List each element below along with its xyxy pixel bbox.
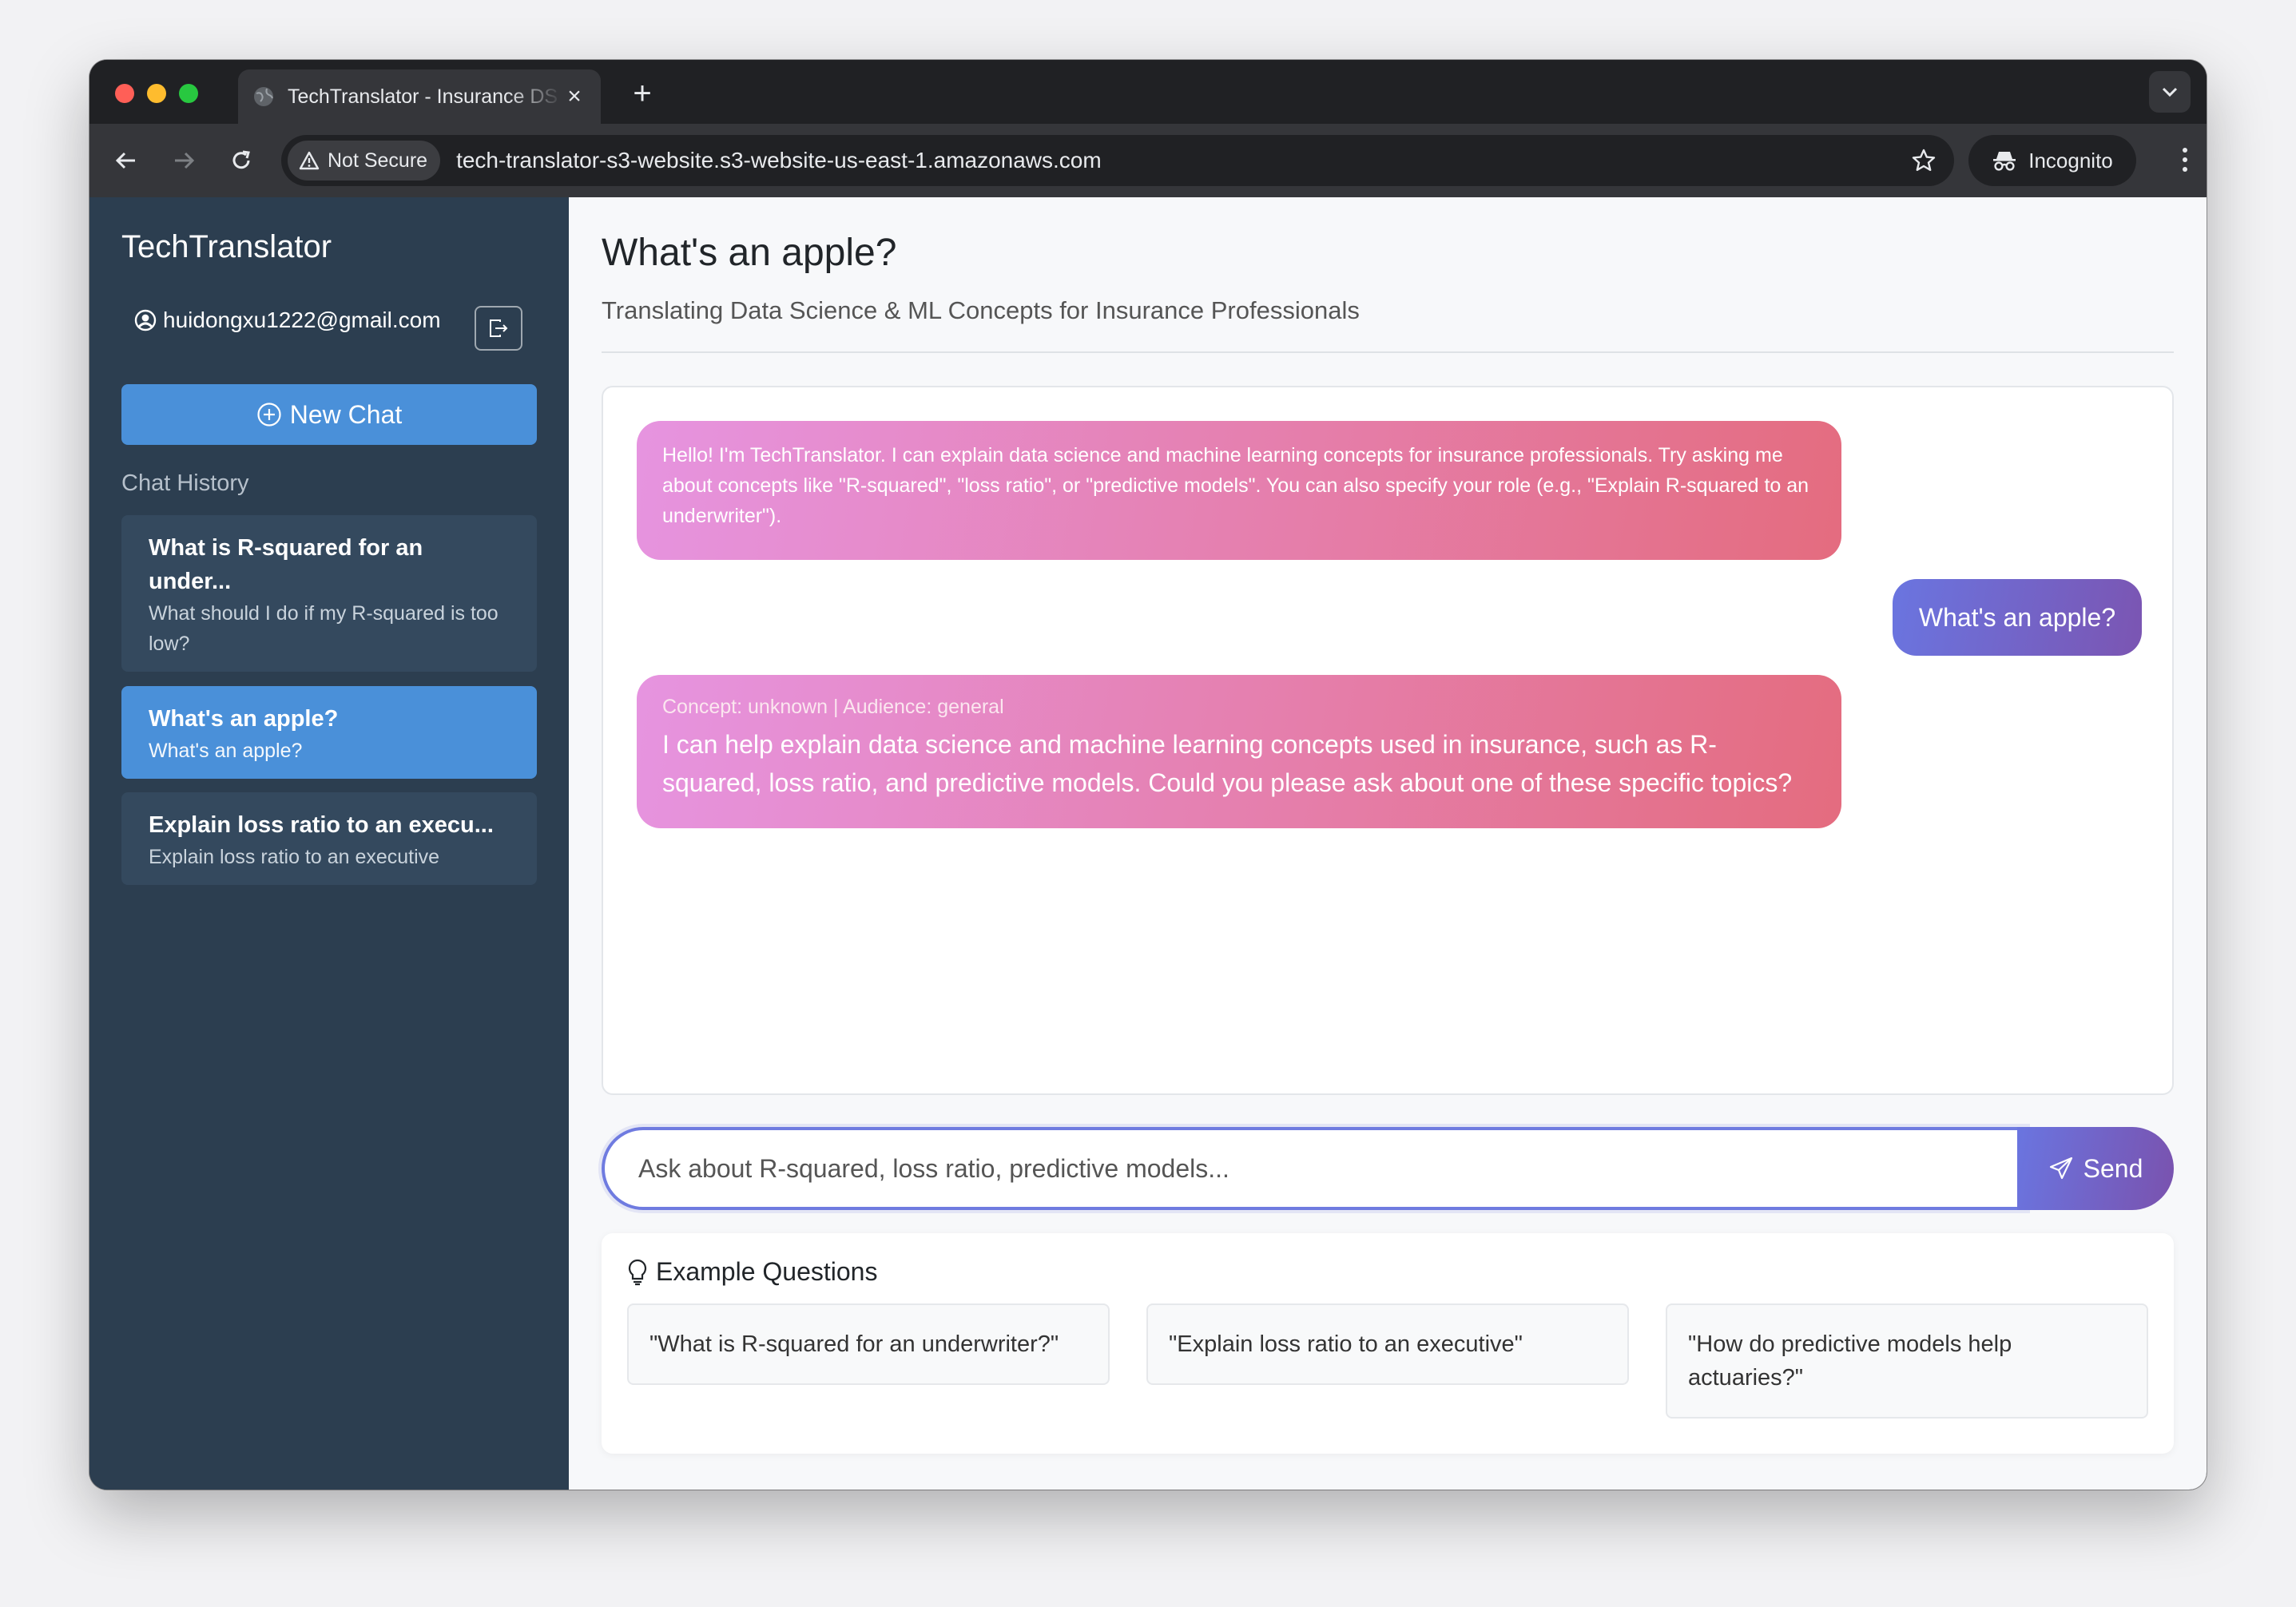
new-chat-button[interactable]: New Chat (121, 384, 537, 445)
browser-titlebar: TechTranslator - Insurance DS × + (89, 60, 2207, 124)
address-bar[interactable]: Not Secure tech-translator-s3-website.s3… (281, 135, 1954, 186)
tab-search-chevron-icon[interactable] (2149, 71, 2191, 113)
main-panel: What's an apple? Translating Data Scienc… (569, 197, 2207, 1490)
send-label: Send (2083, 1153, 2143, 1183)
page-subtitle: Translating Data Science & ML Concepts f… (602, 296, 1360, 324)
chat-input-row: Send (602, 1127, 2174, 1210)
lightbulb-icon (627, 1259, 648, 1286)
url-text[interactable]: tech-translator-s3-website.s3-website-us… (456, 148, 1911, 173)
message-meta: Concept: unknown | Audience: general (662, 696, 1004, 718)
user-info: huidongxu1222@gmail.com (134, 308, 441, 333)
history-item-title: What is R-squared for an under... (149, 535, 423, 594)
incognito-label: Incognito (2028, 148, 2113, 173)
send-button[interactable]: Send (2017, 1127, 2174, 1210)
incognito-icon (1992, 149, 2017, 172)
bot-message: Concept: unknown | Audience: general I c… (637, 675, 1841, 828)
history-item[interactable]: What is R-squared for an under... What s… (121, 515, 537, 672)
message-text: I can help explain data science and mach… (662, 730, 1793, 797)
divider (602, 351, 2174, 353)
logout-icon (488, 319, 509, 338)
forward-arrow-icon[interactable] (168, 145, 200, 177)
page-title: What's an apple? (602, 232, 897, 274)
browser-toolbar: Not Secure tech-translator-s3-website.s3… (89, 124, 2207, 197)
user-email: huidongxu1222@gmail.com (163, 308, 441, 332)
example-questions-card: Example Questions "What is R-squared for… (602, 1233, 2174, 1454)
example-question[interactable]: "How do predictive models help actuaries… (1666, 1303, 2148, 1419)
close-window-button[interactable] (115, 84, 134, 103)
user-message: What's an apple? (1893, 579, 2142, 656)
history-item-title: Explain loss ratio to an execu... (149, 812, 494, 838)
chat-messages[interactable]: Hello! I'm TechTranslator. I can explain… (602, 386, 2174, 1095)
sidebar: TechTranslator huidongxu1222@gmail.com N… (89, 197, 569, 1490)
new-tab-plus-icon[interactable]: + (625, 77, 660, 113)
security-chip[interactable]: Not Secure (288, 141, 441, 181)
globe-icon (252, 85, 275, 108)
browser-tab[interactable]: TechTranslator - Insurance DS × (238, 69, 601, 124)
chat-input[interactable] (602, 1127, 2027, 1210)
plus-circle-icon (256, 402, 282, 427)
app-root: TechTranslator huidongxu1222@gmail.com N… (89, 197, 2207, 1490)
history-item-subtitle: What's an apple? (149, 740, 303, 762)
incognito-profile-button[interactable]: Incognito (1968, 135, 2136, 186)
history-item-active[interactable]: What's an apple? What's an apple? (121, 686, 537, 779)
browser-window: TechTranslator - Insurance DS × + Not Se… (89, 60, 2207, 1490)
logout-button[interactable] (475, 306, 522, 351)
maximize-window-button[interactable] (179, 84, 198, 103)
history-item-subtitle: Explain loss ratio to an executive (149, 846, 440, 868)
send-paper-plane-icon (2048, 1156, 2074, 1181)
bookmark-star-icon[interactable] (1911, 148, 1937, 173)
minimize-window-button[interactable] (147, 84, 166, 103)
user-circle-icon (134, 309, 157, 331)
history-item[interactable]: Explain loss ratio to an execu... Explai… (121, 792, 537, 885)
tab-close-icon[interactable]: × (562, 83, 586, 110)
example-question[interactable]: "What is R-squared for an underwriter?" (627, 1303, 1110, 1385)
history-item-subtitle: What should I do if my R-squared is too … (149, 602, 499, 655)
example-questions-title: Example Questions (656, 1257, 878, 1286)
app-brand: TechTranslator (121, 229, 332, 264)
example-questions-heading: Example Questions (627, 1257, 877, 1287)
back-arrow-icon[interactable] (110, 145, 142, 177)
tab-title: TechTranslator - Insurance DS (288, 85, 558, 108)
security-label: Not Secure (328, 149, 428, 172)
bot-message: Hello! I'm TechTranslator. I can explain… (637, 421, 1841, 560)
warning-triangle-icon (299, 151, 320, 170)
reload-icon[interactable] (225, 145, 257, 177)
history-item-title: What's an apple? (149, 706, 339, 732)
new-chat-label: New Chat (289, 399, 403, 429)
example-question[interactable]: "Explain loss ratio to an executive" (1146, 1303, 1629, 1385)
chat-history-heading: Chat History (121, 470, 249, 496)
browser-menu-kebab-icon[interactable] (2181, 146, 2189, 173)
